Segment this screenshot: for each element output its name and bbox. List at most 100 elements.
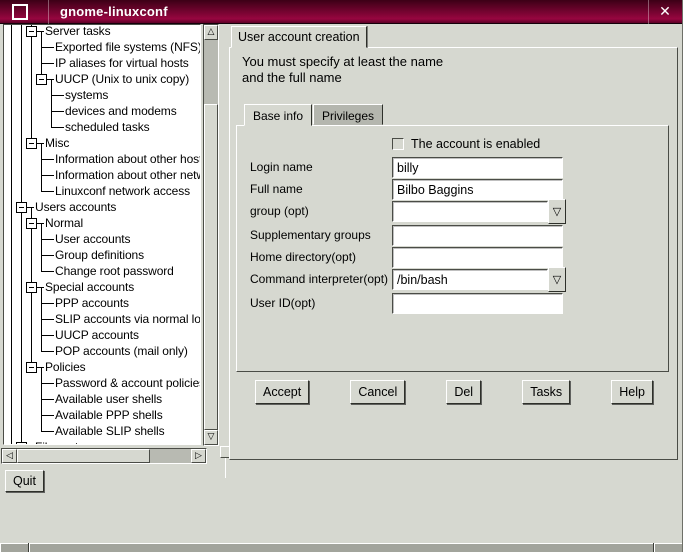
tree-item[interactable]: systems [4, 87, 200, 103]
scroll-right-button[interactable]: ▷ [191, 449, 206, 463]
tree-item-label[interactable]: Change root password [55, 264, 174, 278]
command-interpreter-opt-field[interactable] [392, 269, 548, 290]
tree-expander-icon[interactable] [16, 442, 27, 445]
tree-item[interactable]: Available user shells [4, 391, 200, 407]
cancel-button[interactable]: Cancel [350, 380, 405, 404]
tree-item[interactable]: Normal [4, 215, 200, 231]
tree-item[interactable]: SLIP accounts via normal login [4, 311, 200, 327]
tree-item-label[interactable]: Linuxconf network access [55, 184, 190, 198]
tree-item[interactable]: User accounts [4, 231, 200, 247]
combo-dropdown-icon[interactable]: ▽ [548, 199, 566, 224]
tree-item-label[interactable]: Available PPP shells [55, 408, 163, 422]
tree-item[interactable]: PPP accounts [4, 295, 200, 311]
home-directory-opt-field[interactable] [392, 247, 563, 268]
tree-guide-line [11, 359, 12, 375]
tree-item-label[interactable]: systems [65, 88, 108, 102]
tree-item-label[interactable]: Server tasks [45, 24, 111, 38]
tree-item[interactable]: Misc [4, 135, 200, 151]
tree-item-label[interactable]: Information about other hosts [55, 152, 201, 166]
window-bottom-border[interactable] [0, 543, 683, 552]
tree-expander-icon[interactable] [26, 282, 37, 293]
tree-item[interactable]: Password & account policies [4, 375, 200, 391]
quit-button[interactable]: Quit [5, 470, 44, 492]
vertical-scrollbar-thumb[interactable] [204, 104, 218, 430]
tree-item[interactable]: POP accounts (mail only) [4, 343, 200, 359]
login-name-field[interactable] [392, 157, 563, 178]
tree-item-label[interactable]: devices and modems [65, 104, 177, 118]
window-menu-icon[interactable] [12, 4, 28, 20]
tree-item-label[interactable]: Group definitions [55, 248, 144, 262]
tree-item[interactable]: Server tasks [4, 24, 200, 39]
tree-item-label[interactable]: IP aliases for virtual hosts [55, 56, 189, 70]
account-enabled-checkbox[interactable] [392, 138, 404, 150]
tree-item-label[interactable]: scheduled tasks [65, 120, 150, 134]
tree-item-label[interactable]: Normal [45, 216, 83, 230]
tree-item[interactable]: UUCP (Unix to unix copy) [4, 71, 200, 87]
tree-item[interactable]: Group definitions [4, 247, 200, 263]
full-name-field[interactable] [392, 179, 563, 200]
tree-item[interactable]: devices and modems [4, 103, 200, 119]
tree-item-label[interactable]: Special accounts [45, 280, 134, 294]
tree-item[interactable]: Exported file systems (NFS) [4, 39, 200, 55]
tree-item-label[interactable]: User accounts [55, 232, 130, 246]
close-icon[interactable]: ✕ [655, 3, 675, 21]
tasks-button[interactable]: Tasks [522, 380, 570, 404]
tree-item-label[interactable]: File systems [35, 440, 100, 445]
supplementary-groups-field[interactable] [392, 225, 563, 246]
tree-expander-icon[interactable] [36, 74, 47, 85]
resize-corner-left[interactable] [0, 543, 28, 552]
user-id-opt-field[interactable] [392, 293, 563, 314]
tree-item-label[interactable]: Misc [45, 136, 69, 150]
tree-vertical-scrollbar[interactable]: △ ▽ [203, 24, 219, 446]
scroll-up-button[interactable]: △ [204, 25, 218, 40]
tree-item[interactable]: File systems [4, 439, 200, 445]
tree-item[interactable]: Linuxconf network access [4, 183, 200, 199]
tree-guide-line [21, 327, 22, 343]
resize-edge-bottom[interactable] [29, 543, 653, 552]
tree-item[interactable]: Available PPP shells [4, 407, 200, 423]
tree-item-label[interactable]: UUCP (Unix to unix copy) [55, 72, 189, 86]
tree-expander-icon[interactable] [26, 26, 37, 37]
tree-item-label[interactable]: UUCP accounts [55, 328, 139, 342]
tree-item[interactable]: IP aliases for virtual hosts [4, 55, 200, 71]
tree-horizontal-scrollbar[interactable]: ◁ ▷ [1, 448, 207, 464]
tree-item[interactable]: Special accounts [4, 279, 200, 295]
tree-expander-icon[interactable] [26, 218, 37, 229]
del-button[interactable]: Del [446, 380, 481, 404]
tree-item-label[interactable]: PPP accounts [55, 296, 129, 310]
scroll-down-button[interactable]: ▽ [204, 430, 218, 445]
horizontal-scrollbar-thumb[interactable] [17, 449, 150, 463]
group-opt-field[interactable] [392, 201, 548, 222]
tab-privileges[interactable]: Privileges [313, 104, 383, 125]
tree-item-label[interactable]: Exported file systems (NFS) [55, 40, 201, 54]
tree-item[interactable]: Users accounts [4, 199, 200, 215]
tree-expander-icon[interactable] [26, 362, 37, 373]
accept-button[interactable]: Accept [255, 380, 309, 404]
tree-item-label[interactable]: SLIP accounts via normal login [55, 312, 201, 326]
tree-guide-line [31, 207, 32, 215]
tree-item-label[interactable]: Information about other networks [55, 168, 201, 182]
tree-item[interactable]: Available SLIP shells [4, 423, 200, 439]
tab-user-account-creation[interactable]: User account creation [231, 26, 367, 48]
tree-expander-icon[interactable] [16, 202, 27, 213]
tree-item-label[interactable]: Available SLIP shells [55, 424, 165, 438]
tree-item[interactable]: Change root password [4, 263, 200, 279]
tree-item[interactable]: Policies [4, 359, 200, 375]
tree-item[interactable]: Information about other networks [4, 167, 200, 183]
resize-corner-right[interactable] [654, 543, 683, 552]
tree-item-label[interactable]: Available user shells [55, 392, 162, 406]
scroll-left-button[interactable]: ◁ [2, 449, 17, 463]
tree-item-label[interactable]: Users accounts [35, 200, 116, 214]
tree-item-label[interactable]: POP accounts (mail only) [55, 344, 188, 358]
help-button[interactable]: Help [611, 380, 653, 404]
title-bar[interactable]: gnome-linuxconf ✕ [0, 0, 683, 24]
tree-item[interactable]: scheduled tasks [4, 119, 200, 135]
close-separator [648, 0, 649, 24]
tree-item-label[interactable]: Password & account policies [55, 376, 201, 390]
tree-item[interactable]: UUCP accounts [4, 327, 200, 343]
tree-expander-icon[interactable] [26, 138, 37, 149]
combo-dropdown-icon[interactable]: ▽ [548, 267, 566, 292]
tab-base-info[interactable]: Base info [244, 104, 312, 126]
tree-item-label[interactable]: Policies [45, 360, 86, 374]
tree-item[interactable]: Information about other hosts [4, 151, 200, 167]
